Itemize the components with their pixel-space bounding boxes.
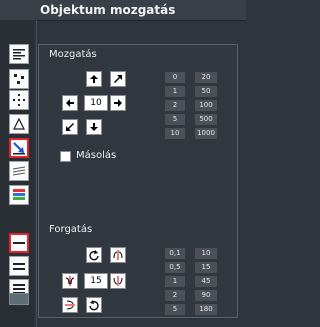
arrow-up-right-icon	[114, 75, 122, 83]
arrow-up-icon	[90, 75, 98, 83]
align-text-tool[interactable]	[9, 44, 29, 64]
rotate-angle-field[interactable]: 15	[84, 273, 108, 289]
tool-sidebar	[0, 20, 34, 327]
color-swatch[interactable]	[9, 293, 29, 305]
move-down-button[interactable]	[86, 119, 102, 135]
rotate-preset-right[interactable]: 90	[195, 290, 217, 301]
rotate-preset-left[interactable]: 2	[165, 290, 185, 301]
move-preset-right[interactable]: 1000	[195, 128, 217, 139]
move-preset-left[interactable]: 5	[165, 114, 185, 125]
stripes-tool[interactable]	[9, 161, 29, 181]
flip-horizontal-button[interactable]	[110, 247, 126, 263]
dots-ring-tool[interactable]	[9, 90, 29, 110]
sidebar-divider	[36, 20, 37, 327]
move-step-field[interactable]: 10	[84, 95, 108, 111]
move-diagonal-tool[interactable]	[9, 138, 29, 158]
title-bar: Objektum mozgatás	[0, 0, 246, 21]
move-preset-right[interactable]: 100	[195, 100, 217, 111]
move-preset-right[interactable]: 50	[195, 86, 217, 97]
rotate-heading: Forgatás	[49, 224, 93, 235]
arrow-down-left-icon	[66, 123, 74, 131]
move-left-button[interactable]	[62, 95, 78, 111]
move-preset-left[interactable]: 2	[165, 100, 185, 111]
window-title: Objektum mozgatás	[40, 3, 176, 17]
move-up-right-button[interactable]	[110, 71, 126, 87]
rotate-preset-left[interactable]: 1	[165, 276, 185, 287]
dots-ring-icon	[13, 94, 25, 106]
move-heading: Mozgatás	[49, 49, 97, 60]
shape-outline-tool[interactable]	[9, 114, 29, 134]
rotate-cw-button[interactable]	[86, 247, 102, 263]
move-preset-right[interactable]: 20	[195, 72, 217, 83]
mirror-right-icon	[113, 276, 123, 286]
arrow-down-icon	[90, 123, 98, 131]
move-preset-left[interactable]: 0	[165, 72, 185, 83]
arrow-left-icon	[66, 99, 74, 107]
rotate-preset-right[interactable]: 45	[195, 276, 217, 287]
mirror-right-button[interactable]	[110, 273, 126, 289]
rotate-preset-left[interactable]: 5	[165, 304, 185, 315]
flip-vertical-button[interactable]	[62, 297, 78, 313]
mirror-left-icon	[65, 276, 75, 286]
line-red-tool[interactable]	[9, 233, 29, 253]
move-preset-left[interactable]: 10	[165, 128, 185, 139]
move-preset-right[interactable]: 500	[195, 114, 217, 125]
rotate-cw-icon	[89, 250, 99, 261]
rotate-preset-left[interactable]: 0,5	[165, 262, 185, 273]
rotate-preset-right[interactable]: 10	[195, 248, 217, 259]
color-bars-tool[interactable]	[9, 185, 29, 205]
move-preset-left[interactable]: 1	[165, 86, 185, 97]
move-diagonal-icon	[13, 142, 25, 155]
stripes-icon	[12, 166, 26, 176]
arrow-right-icon	[114, 99, 122, 107]
dots-cluster-tool[interactable]	[9, 69, 29, 89]
flip-horizontal-icon	[113, 250, 123, 260]
move-right-button[interactable]	[110, 95, 126, 111]
color-bars-icon	[13, 189, 25, 200]
copy-label: Másolás	[76, 150, 117, 161]
lines-double-tool[interactable]	[9, 256, 29, 276]
rotate-ccw-icon	[89, 300, 99, 311]
rotate-preset-right[interactable]: 180	[195, 304, 217, 315]
dots-cluster-icon	[14, 74, 24, 84]
move-up-button[interactable]	[86, 71, 102, 87]
line-red-icon	[13, 242, 25, 244]
copy-checkbox[interactable]	[60, 151, 71, 162]
rotate-preset-left[interactable]: 0,1	[165, 248, 185, 259]
rotate-ccw-button[interactable]	[86, 297, 102, 313]
flip-vertical-icon	[65, 300, 75, 310]
move-down-left-button[interactable]	[62, 119, 78, 135]
rotate-preset-right[interactable]: 15	[195, 262, 217, 273]
mirror-left-button[interactable]	[62, 273, 78, 289]
shape-outline-icon	[13, 117, 25, 130]
align-text-icon	[13, 49, 25, 60]
lines-double-icon	[13, 263, 25, 270]
